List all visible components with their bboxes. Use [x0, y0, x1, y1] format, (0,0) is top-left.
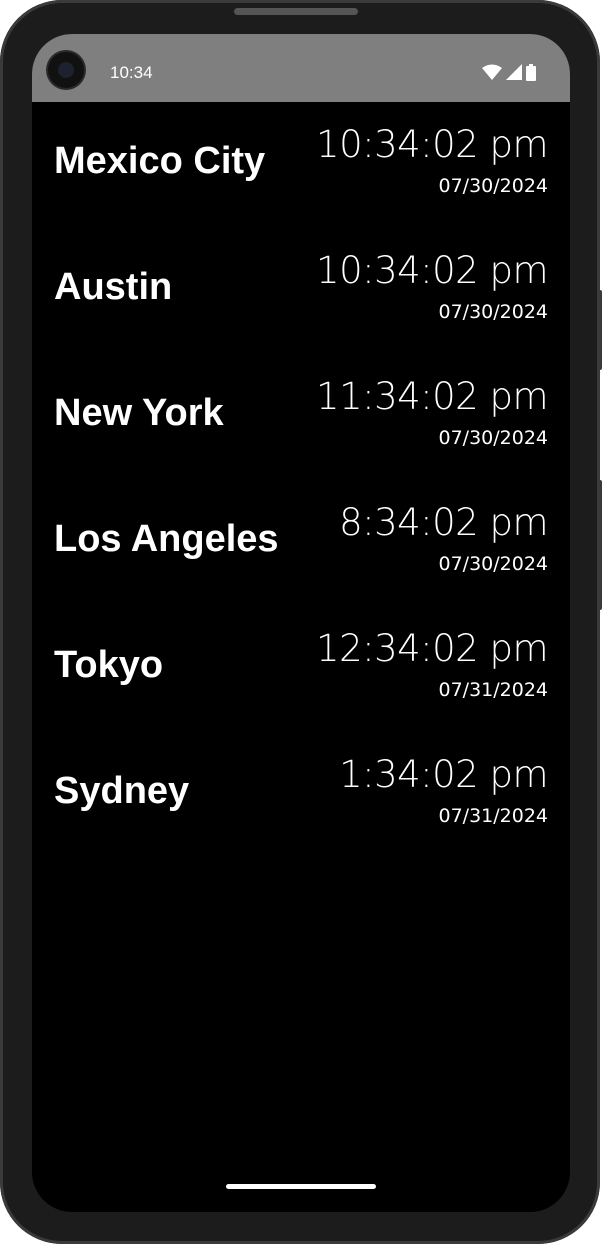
city-name: Austin	[54, 266, 173, 308]
city-time: 11:34:02 pm	[316, 375, 548, 418]
city-name: Los Angeles	[54, 518, 279, 560]
volume-button	[598, 290, 602, 370]
clock-row[interactable]: Sydney 1:34:02 pm 07/31/2024	[32, 732, 570, 858]
city-date: 07/30/2024	[438, 553, 548, 575]
signal-icon	[506, 64, 522, 80]
earpiece-speaker	[234, 8, 358, 15]
clock-row[interactable]: New York 11:34:02 pm 07/30/2024	[32, 354, 570, 480]
city-name: Mexico City	[54, 140, 266, 182]
city-date: 07/31/2024	[438, 805, 548, 827]
city-time: 10:34:02 pm	[316, 123, 548, 166]
clock-row[interactable]: Tokyo 12:34:02 pm 07/31/2024	[32, 606, 570, 732]
city-name: Tokyo	[54, 644, 164, 686]
clock-row[interactable]: Mexico City 10:34:02 pm 07/30/2024	[32, 102, 570, 228]
city-time: 1:34:02 pm	[339, 753, 548, 796]
power-button	[598, 480, 602, 610]
phone-frame: 10:34 Mexico City 10:34:02 pm 07/30/2024	[0, 0, 602, 1244]
front-camera-icon	[48, 52, 84, 88]
city-name: Sydney	[54, 770, 190, 812]
city-time: 10:34:02 pm	[316, 249, 548, 292]
world-clock-list: Mexico City 10:34:02 pm 07/30/2024 Austi…	[32, 102, 570, 858]
home-gesture-bar[interactable]	[226, 1184, 376, 1189]
wifi-icon	[482, 64, 502, 80]
clock-row[interactable]: Los Angeles 8:34:02 pm 07/30/2024	[32, 480, 570, 606]
clock-row[interactable]: Austin 10:34:02 pm 07/30/2024	[32, 228, 570, 354]
city-time: 8:34:02 pm	[339, 501, 548, 544]
battery-icon	[526, 64, 536, 81]
city-date: 07/30/2024	[438, 175, 548, 197]
city-date: 07/31/2024	[438, 679, 548, 701]
status-icons	[482, 64, 536, 84]
screen: 10:34 Mexico City 10:34:02 pm 07/30/2024	[32, 34, 570, 1212]
status-bar: 10:34	[32, 34, 570, 102]
city-date: 07/30/2024	[438, 427, 548, 449]
city-name: New York	[54, 392, 224, 434]
status-time: 10:34	[110, 63, 153, 82]
city-time: 12:34:02 pm	[316, 627, 548, 670]
city-date: 07/30/2024	[438, 301, 548, 323]
